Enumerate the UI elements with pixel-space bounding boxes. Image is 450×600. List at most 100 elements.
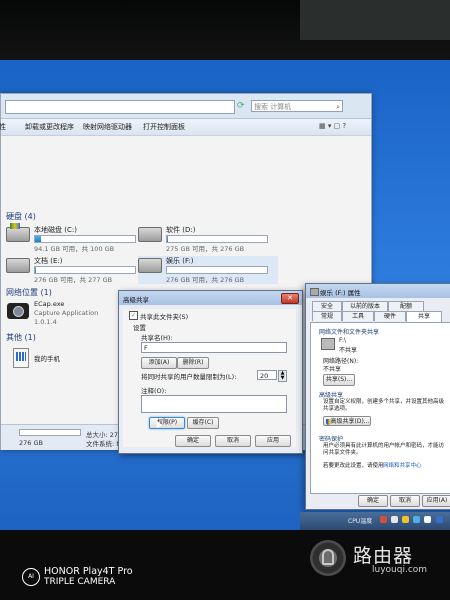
- properties-title: 娱乐 (F:) 属性: [320, 289, 361, 297]
- apply-button[interactable]: 应用: [255, 435, 291, 447]
- drive-path-label: F:\: [339, 337, 347, 344]
- site-watermark-name: 路由器: [353, 545, 414, 567]
- hard-drive-icon: [138, 258, 162, 273]
- status-filesystem: 文件系统: N: [86, 440, 122, 448]
- view-options-icon[interactable]: ▦ ▾ ▢ ?: [319, 122, 346, 130]
- tray-network-icon[interactable]: [413, 516, 420, 523]
- advanced-sharing-description: 设置自定义权限，创建多个共享，并设置其他高级共享选项。: [323, 399, 445, 412]
- watermark-phone-model: HONOR Play4T Pro: [44, 566, 133, 577]
- network-location-header: 网络位置 (1): [6, 288, 52, 297]
- app-name: ECap.exe: [34, 300, 65, 308]
- search-icon: ⌕: [336, 103, 340, 111]
- password-protection-header: 密码保护: [319, 436, 344, 443]
- cancel-button[interactable]: 取消: [390, 495, 420, 507]
- ai-camera-icon: AI: [22, 568, 40, 586]
- hard-drive-icon: [6, 258, 30, 273]
- comment-label: 注释(O):: [141, 387, 167, 395]
- tab-hardware[interactable]: 硬件: [374, 311, 406, 321]
- drive-c[interactable]: 本地磁盘 (C:) 94.1 GB 可用，共 100 GB: [6, 223, 146, 253]
- share-name-field[interactable]: F: [141, 342, 287, 353]
- drive-f-selected[interactable]: 娱乐 (F:) 276 GB 可用，共 276 GB: [138, 256, 278, 284]
- cancel-button[interactable]: 取消: [215, 435, 251, 447]
- monitor-bezel-highlight: [300, 0, 450, 40]
- toolbar-map-drive-button[interactable]: 映射网络驱动器: [83, 122, 132, 132]
- tray-red-icon[interactable]: [380, 516, 387, 523]
- drive-free-space: 276 GB 可用，共 277 GB: [34, 276, 113, 284]
- user-limit-label: 将同时共享的用户数量限制为(L):: [141, 373, 237, 381]
- net-share-header: 网络文件和文件夹共享: [319, 329, 380, 336]
- address-bar-area: ⟳ 搜索 计算机 ⌕: [1, 94, 371, 119]
- dialog-body: ✓ 共享此文件夹(S) 设置 共享名(H): F 添加(A) 删除(R) 将同时…: [123, 309, 296, 447]
- share-button[interactable]: 共享(S)...: [323, 374, 355, 386]
- tab-quota[interactable]: 配额: [388, 301, 424, 311]
- user-limit-spinner[interactable]: ▲ ▼: [278, 370, 287, 382]
- router-logo-icon: [310, 540, 346, 576]
- dialog-title: 高级共享: [123, 296, 149, 304]
- tab-general[interactable]: 常规: [312, 311, 342, 321]
- tray-volume-icon[interactable]: [424, 516, 431, 523]
- comment-field[interactable]: [141, 395, 287, 413]
- share-status: 不共享: [339, 347, 358, 354]
- site-watermark-url: luyouqi.com: [372, 565, 428, 575]
- password-link-prefix: 若要更改此设置，请使用: [323, 463, 384, 469]
- refresh-icon[interactable]: ⟳: [237, 100, 247, 112]
- properties-titlebar[interactable]: 娱乐 (F:) 属性: [306, 284, 450, 298]
- share-folder-checkbox[interactable]: ✓: [129, 311, 138, 320]
- tray-flag-icon[interactable]: [391, 516, 398, 523]
- uac-shield-icon: [326, 419, 331, 425]
- drive-usage-bar: [34, 235, 136, 243]
- advanced-sharing-button-label: 高级共享(D)...: [330, 418, 370, 425]
- drive-usage-bar: [166, 266, 268, 274]
- ok-button[interactable]: 确定: [175, 435, 211, 447]
- tray-yellow-icon[interactable]: [402, 516, 409, 523]
- apply-button[interactable]: 应用(A): [422, 495, 450, 507]
- drive-d[interactable]: 软件 (D:) 275 GB 可用，共 276 GB: [138, 225, 278, 253]
- cache-button[interactable]: 缓存(C): [187, 417, 219, 429]
- tray-blue-icon[interactable]: [436, 516, 443, 523]
- taskbar: CPU温度: [300, 512, 450, 530]
- toolbar-uninstall-button[interactable]: 卸载或更改程序: [25, 122, 74, 132]
- drive-name: 文档 (E:): [34, 257, 63, 265]
- toolbar-control-panel-button[interactable]: 打开控制面板: [143, 122, 185, 132]
- other-header: 其他 (1): [6, 333, 36, 342]
- remove-button[interactable]: 删除(R): [177, 357, 209, 369]
- tab-previous-versions[interactable]: 以前的版本: [342, 301, 388, 311]
- network-path-value: 不共享: [323, 366, 342, 373]
- drive-small-icon: [310, 288, 319, 296]
- ok-button[interactable]: 确定: [358, 495, 388, 507]
- tab-tools[interactable]: 工具: [342, 311, 374, 321]
- hard-disks-header: 硬盘 (4): [6, 212, 36, 221]
- share-folder-label: 共享此文件夹(S): [140, 313, 189, 321]
- advanced-sharing-button[interactable]: 高级共享(D)...: [323, 416, 371, 426]
- drive-name: 本地磁盘 (C:): [34, 226, 77, 234]
- network-drive-icon: [321, 338, 335, 350]
- password-protection-description: 用户必须具有此计算机的用户帐户和密码，才能访问共享文件夹。: [323, 443, 445, 456]
- toolbar-item-fragment[interactable]: 性: [0, 122, 6, 132]
- close-icon[interactable]: ✕: [281, 293, 299, 304]
- drive-free-space: 275 GB 可用，共 276 GB: [166, 245, 245, 253]
- app-description: Capture Application: [34, 309, 99, 317]
- advanced-sharing-dialog: 高级共享 ✕ ✓ 共享此文件夹(S) 设置 共享名(H): F 添加(A) 删除…: [118, 290, 303, 454]
- drive-e[interactable]: 文档 (E:) 276 GB 可用，共 277 GB: [6, 256, 146, 284]
- address-field[interactable]: [5, 100, 235, 114]
- status-usage-bar: [19, 429, 81, 436]
- camera-app-icon: [7, 303, 29, 319]
- hard-drive-icon: [138, 227, 162, 242]
- tab-sharing[interactable]: 共享: [406, 311, 442, 322]
- system-drive-icon: [6, 223, 30, 242]
- status-free: 276 GB: [19, 439, 43, 447]
- dialog-titlebar[interactable]: 高级共享 ✕: [119, 291, 302, 305]
- drive-usage-bar: [166, 235, 268, 243]
- drive-free-space: 276 GB 可用，共 276 GB: [166, 276, 245, 284]
- drive-properties-dialog: 娱乐 (F:) 属性 安全 以前的版本 配额 常规 工具 硬件 共享 网络文件和…: [305, 283, 450, 510]
- user-limit-field[interactable]: 20: [257, 370, 277, 380]
- cpu-temp-label[interactable]: CPU温度: [348, 516, 372, 525]
- app-version: 1.0.1.4: [34, 318, 57, 326]
- network-sharing-center-link[interactable]: 网络和共享中心: [383, 461, 422, 469]
- drive-name: 娱乐 (F:): [166, 257, 194, 265]
- add-button[interactable]: 添加(A): [141, 357, 177, 369]
- explorer-toolbar: 性 卸载或更改程序 映射网络驱动器 打开控制面板 ▦ ▾ ▢ ?: [0, 119, 371, 136]
- search-input[interactable]: 搜索 计算机 ⌕: [251, 100, 343, 112]
- my-phone-label: 我的手机: [34, 355, 60, 363]
- tab-security[interactable]: 安全: [312, 301, 342, 311]
